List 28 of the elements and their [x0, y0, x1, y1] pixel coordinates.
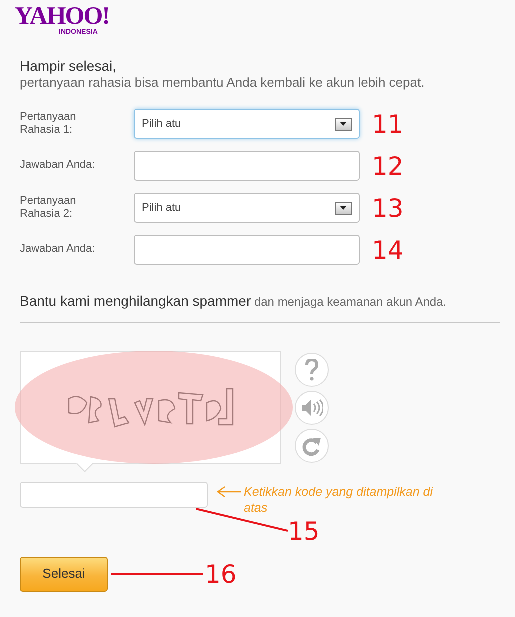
intro-title: Hampir selesai,: [20, 58, 118, 75]
intro-text: pertanyaan rahasia bisa membantu Anda kembali ke akun lebih cepat.: [20, 74, 426, 92]
annotation-number: 16: [205, 562, 237, 587]
field-label: Jawaban Anda:: [20, 159, 96, 173]
annotation-number: 12: [372, 154, 404, 179]
question-mark-icon: [305, 359, 319, 382]
select-field[interactable]: Pilih atu: [134, 109, 360, 140]
text-field[interactable]: [134, 151, 360, 182]
field-label: Jawaban Anda:: [20, 243, 96, 257]
arrow-icon: [216, 486, 242, 498]
captcha-input-field[interactable]: [20, 482, 208, 508]
field-label: Pertanyaan Rahasia 1:: [20, 110, 78, 138]
annotation-number: 13: [372, 196, 404, 221]
select-field[interactable]: Pilih atu: [134, 193, 360, 224]
refresh-icon: [302, 435, 322, 458]
audio-button[interactable]: [295, 391, 329, 426]
annotation-number: 15: [288, 519, 320, 544]
submit-button[interactable]: Selesai: [20, 556, 108, 592]
annotation-number: 11: [372, 112, 404, 137]
annotation-number: 14: [372, 238, 404, 263]
field-label: Pertanyaan Rahasia 2:: [20, 194, 78, 222]
text-field[interactable]: [134, 235, 360, 266]
speaker-icon: [301, 399, 323, 418]
hint-text: Ketikkan kode yang ditampilkan di atas: [244, 484, 434, 517]
refresh-button[interactable]: [295, 429, 329, 464]
help-button[interactable]: [295, 353, 329, 388]
logo-wordmark: YAHOO!: [15, 4, 110, 29]
spam-notice: Bantu kami menghilangkan spammer dan menjaga keamanan akun Anda.: [20, 291, 500, 324]
